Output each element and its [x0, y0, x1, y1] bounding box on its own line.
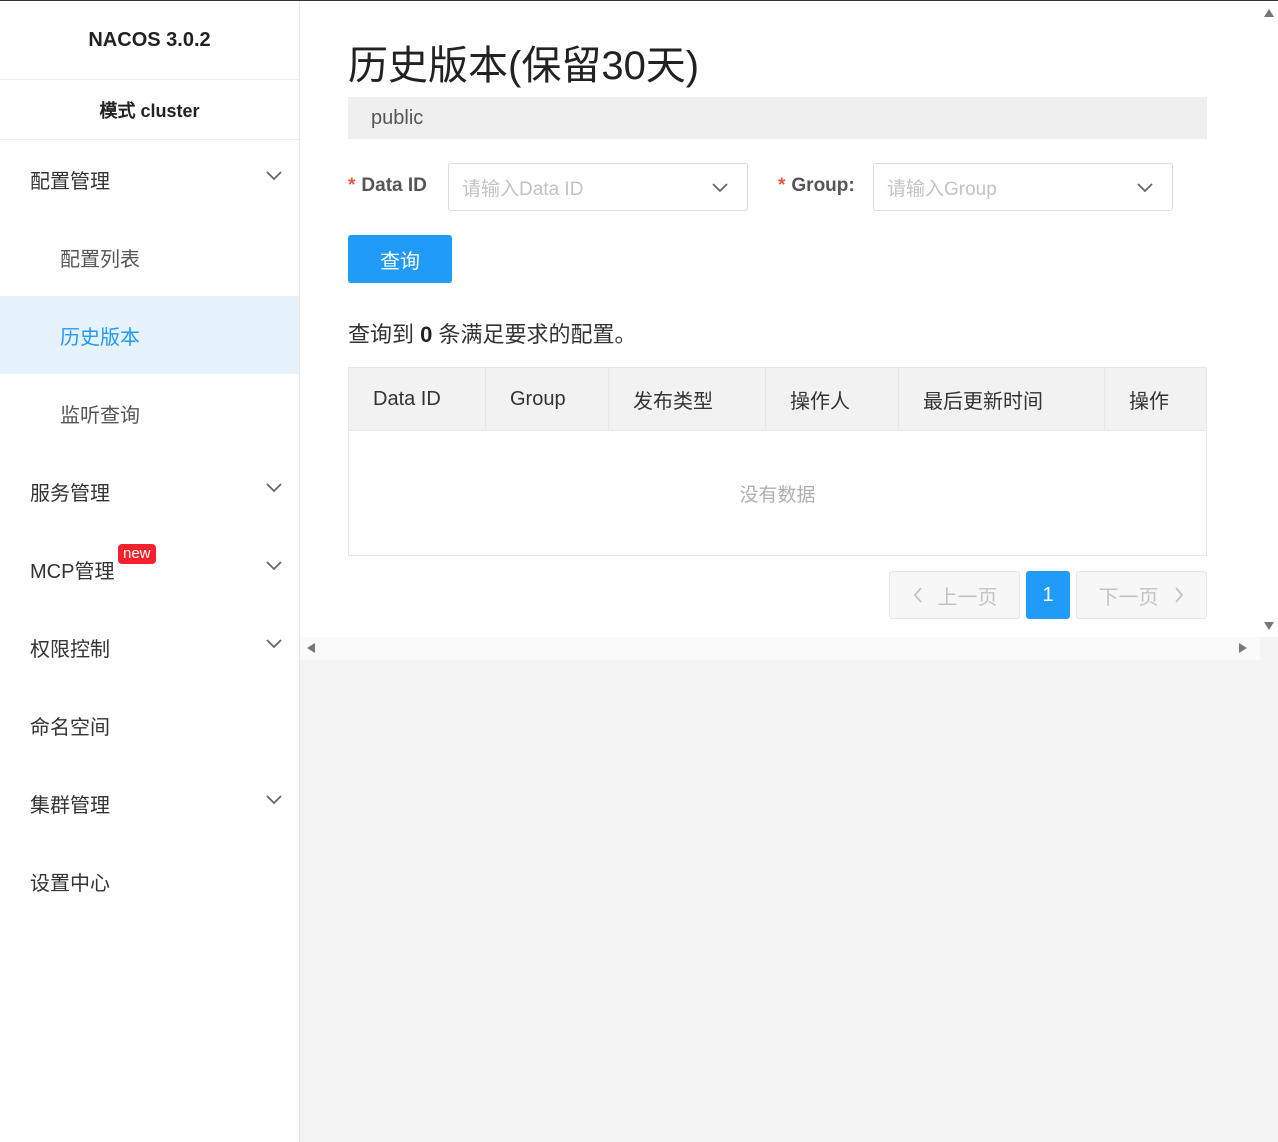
sidebar-item-settings-center[interactable]: 设置中心: [0, 842, 299, 920]
sidebar-item-label: MCP管理: [30, 560, 115, 583]
sidebar-item-listener-query[interactable]: 监听查询: [0, 374, 299, 452]
column-header-publish-type[interactable]: 发布类型: [608, 367, 766, 431]
group-select[interactable]: 请输入Group: [873, 163, 1173, 211]
sidebar-item-label: 配置管理: [30, 170, 110, 193]
data-id-placeholder: 请输入Data ID: [462, 178, 584, 200]
sidebar-item-cluster-management[interactable]: 集群管理: [0, 764, 299, 842]
sidebar-item-label: 权限控制: [30, 638, 110, 661]
chevron-down-icon: [712, 183, 728, 193]
group-label: * Group:: [778, 175, 855, 196]
data-id-label: * Data ID: [348, 175, 427, 196]
sidebar-item-namespace[interactable]: 命名空间: [0, 686, 299, 764]
empty-message: 没有数据: [739, 484, 816, 506]
query-button[interactable]: 查询: [348, 235, 452, 283]
column-header-operator[interactable]: 操作人: [765, 367, 899, 431]
namespace-bar: public: [348, 97, 1207, 139]
chevron-down-icon: [266, 795, 282, 805]
chevron-down-icon: [266, 483, 282, 493]
sidebar-item-config-list[interactable]: 配置列表: [0, 218, 299, 296]
group-placeholder: 请输入Group: [887, 178, 997, 200]
brand-title: NACOS 3.0.2: [0, 1, 299, 80]
scroll-up-arrow-icon[interactable]: [1263, 8, 1275, 18]
main-panel: 历史版本(保留30天) public * Data ID 请输入Data ID *…: [300, 1, 1260, 637]
table-header-row: Data ID Group 发布类型 操作人 最后更新时间 操作: [348, 367, 1207, 431]
next-page-button[interactable]: 下一页: [1076, 571, 1207, 619]
prev-page-button[interactable]: 上一页: [889, 571, 1020, 619]
sidebar-item-label: 集群管理: [30, 794, 110, 817]
column-header-data-id[interactable]: Data ID: [348, 367, 486, 431]
data-id-select[interactable]: 请输入Data ID: [448, 163, 748, 211]
sidebar-item-service-management[interactable]: 服务管理: [0, 452, 299, 530]
table-empty-row: 没有数据: [349, 431, 1207, 556]
column-header-last-updated[interactable]: 最后更新时间: [898, 367, 1105, 431]
sidebar-item-access-control[interactable]: 权限控制: [0, 608, 299, 686]
scroll-right-arrow-icon[interactable]: [1238, 642, 1248, 654]
chevron-down-icon: [266, 561, 282, 571]
sidebar-item-mcp-management[interactable]: MCP管理 new: [0, 530, 299, 608]
column-header-actions[interactable]: 操作: [1104, 367, 1207, 431]
result-count: 0: [420, 322, 433, 347]
history-table: Data ID Group 发布类型 操作人 最后更新时间 操作 没有数据: [348, 367, 1207, 556]
column-header-group[interactable]: Group: [485, 367, 609, 431]
sidebar-item-label: 设置中心: [30, 872, 110, 895]
chevron-right-icon: [1174, 587, 1183, 603]
scroll-left-arrow-icon[interactable]: [306, 642, 316, 654]
sidebar-item-history-versions[interactable]: 历史版本: [0, 296, 299, 374]
sidebar-item-label: 命名空间: [30, 716, 110, 739]
sidebar: NACOS 3.0.2 模式 cluster 配置管理 配置列表 历史版本 监听…: [0, 1, 300, 1142]
page-title: 历史版本(保留30天): [348, 44, 700, 88]
mode-label: 模式 cluster: [0, 80, 299, 140]
vertical-scrollbar[interactable]: [1260, 1, 1278, 637]
namespace-name: public: [371, 106, 424, 129]
scroll-down-arrow-icon[interactable]: [1263, 621, 1275, 631]
sidebar-item-config-management[interactable]: 配置管理: [0, 140, 299, 218]
page-number-current[interactable]: 1: [1026, 571, 1070, 619]
chevron-up-icon: [266, 171, 282, 181]
horizontal-scrollbar[interactable]: [300, 637, 1260, 660]
required-mark: *: [778, 175, 786, 196]
new-badge: new: [118, 544, 156, 564]
chevron-down-icon: [266, 639, 282, 649]
result-summary: 查询到 0 条满足要求的配置。: [348, 322, 637, 347]
chevron-down-icon: [1137, 183, 1153, 193]
chevron-left-icon: [913, 587, 922, 603]
required-mark: *: [348, 175, 356, 196]
sidebar-item-label: 服务管理: [30, 482, 110, 505]
